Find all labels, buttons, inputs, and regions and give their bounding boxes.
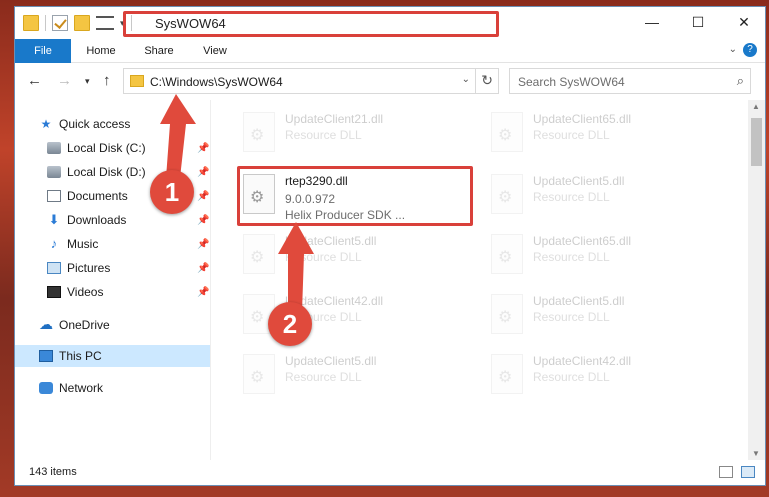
- status-bar: 143 items: [15, 461, 765, 485]
- maximize-icon: ☐: [691, 13, 705, 30]
- list-item[interactable]: UpdateClient5.dll Resource DLL: [237, 230, 477, 288]
- pin-icon[interactable]: 📌: [197, 215, 209, 226]
- address-divider: [475, 69, 476, 93]
- back-arrow-icon[interactable]: ←: [27, 72, 42, 89]
- dll-file-icon: [491, 112, 523, 152]
- cloud-icon: ☁: [39, 316, 53, 332]
- tab-share[interactable]: Share: [131, 39, 187, 63]
- view-options-icon[interactable]: [96, 16, 114, 30]
- step-badge-1: 1: [150, 170, 194, 214]
- list-item[interactable]: UpdateClient65.dll Resource DLL: [485, 230, 725, 288]
- sidebar-item-this-pc[interactable]: This PC: [15, 345, 210, 367]
- list-item[interactable]: UpdateClient5.dll Resource DLL: [485, 290, 725, 348]
- window-title: SysWOW64: [155, 16, 226, 31]
- pin-icon[interactable]: 📌: [197, 167, 209, 178]
- ribbon-expand-icon[interactable]: ⌄: [729, 44, 737, 55]
- tab-file[interactable]: File: [15, 39, 71, 63]
- quick-access-toolbar: ▾: [23, 15, 132, 31]
- sidebar-item-videos[interactable]: Videos: [47, 281, 207, 303]
- navigation-bar: ← → ▾ ↑ C:\Windows\SysWOW64 ⌄ ↻ Search S…: [15, 64, 765, 98]
- list-item[interactable]: UpdateClient65.dll Resource DLL: [485, 108, 725, 166]
- list-item[interactable]: UpdateClient5.dll Resource DLL: [485, 170, 725, 228]
- dll-file-icon: [491, 174, 523, 214]
- search-placeholder: Search SysWOW64: [518, 75, 625, 89]
- toolbar-divider: [130, 15, 132, 31]
- close-button[interactable]: ✕: [721, 7, 765, 37]
- new-folder-icon[interactable]: [74, 15, 90, 31]
- star-icon: ★: [40, 117, 52, 131]
- up-arrow-icon[interactable]: ↑: [103, 72, 111, 89]
- refresh-icon[interactable]: ↻: [481, 72, 493, 89]
- minimize-button[interactable]: —: [629, 7, 675, 37]
- download-icon: ⬇: [48, 212, 60, 227]
- sidebar-item-pictures[interactable]: Pictures: [47, 257, 207, 279]
- list-item[interactable]: UpdateClient21.dll Resource DLL: [237, 108, 477, 166]
- list-item-selected-file[interactable]: rtep3290.dll 9.0.0.972 Helix Producer SD…: [237, 170, 477, 228]
- sidebar-item-onedrive[interactable]: ☁ OneDrive: [39, 313, 110, 335]
- forward-arrow-icon[interactable]: →: [57, 72, 72, 89]
- chevron-down-icon[interactable]: ▾: [120, 18, 125, 29]
- chevron-down-icon[interactable]: ⌄: [462, 74, 470, 85]
- disk-icon: [47, 165, 61, 178]
- documents-icon: [47, 189, 61, 202]
- sidebar-item-network[interactable]: Network: [39, 377, 103, 399]
- dll-file-icon: [243, 112, 275, 152]
- dll-file-icon: [243, 234, 275, 274]
- tab-view[interactable]: View: [187, 39, 243, 63]
- pin-icon[interactable]: 📌: [197, 263, 209, 274]
- navigation-pane: ★ Quick access Local Disk (C:) 📌 Local Di…: [15, 100, 211, 460]
- title-bar: ▾ SysWOW64 — ☐ ✕: [15, 7, 765, 39]
- tab-home[interactable]: Home: [71, 39, 131, 63]
- scrollbar-thumb[interactable]: [751, 118, 762, 166]
- folder-icon[interactable]: [23, 15, 39, 31]
- maximize-button[interactable]: ☐: [675, 7, 721, 37]
- sidebar-item-music[interactable]: ♪ Music: [47, 233, 207, 255]
- item-count: 143 items: [29, 466, 77, 478]
- toolbar-divider: [45, 15, 46, 31]
- list-item[interactable]: UpdateClient5.dll Resource DLL: [237, 350, 477, 408]
- window-controls: — ☐ ✕: [629, 7, 765, 37]
- pin-icon[interactable]: 📌: [197, 239, 209, 250]
- pin-icon[interactable]: 📌: [197, 287, 209, 298]
- sidebar-item-downloads[interactable]: ⬇ Downloads: [47, 209, 207, 231]
- dll-file-icon: [243, 174, 275, 214]
- vertical-scrollbar[interactable]: ▲ ▼: [748, 100, 765, 460]
- properties-check-icon[interactable]: [52, 15, 68, 31]
- pin-icon[interactable]: 📌: [197, 143, 209, 154]
- dll-file-icon: [491, 354, 523, 394]
- folder-icon: [130, 75, 144, 87]
- pictures-icon: [47, 261, 61, 274]
- scroll-down-icon[interactable]: ▼: [752, 449, 760, 458]
- search-input[interactable]: Search SysWOW64 ⌕: [509, 68, 751, 94]
- dll-file-icon: [243, 354, 275, 394]
- videos-icon: [47, 285, 61, 298]
- sidebar-item-local-disk-c[interactable]: Local Disk (C:): [47, 137, 207, 159]
- ribbon-tabs: File Home Share View ⌄ ?: [15, 39, 765, 63]
- recent-locations-icon[interactable]: ▾: [85, 76, 90, 87]
- close-icon: ✕: [738, 13, 750, 30]
- step-badge-2: 2: [268, 302, 312, 346]
- address-bar[interactable]: C:\Windows\SysWOW64 ⌄ ↻: [123, 68, 499, 94]
- details-view-icon[interactable]: [719, 466, 733, 478]
- file-list: UpdateClient21.dll Resource DLL UpdateCl…: [215, 100, 747, 460]
- music-icon: ♪: [50, 236, 58, 251]
- dll-file-icon: [491, 294, 523, 334]
- pin-icon[interactable]: 📌: [197, 191, 209, 202]
- network-icon: [39, 381, 53, 394]
- minimize-icon: —: [645, 14, 659, 30]
- explorer-window: ▾ SysWOW64 — ☐ ✕ File Home Share View ⌄ …: [14, 6, 766, 486]
- address-path[interactable]: C:\Windows\SysWOW64: [150, 75, 283, 89]
- help-icon[interactable]: ?: [743, 43, 757, 57]
- large-icons-view-icon[interactable]: [741, 466, 755, 478]
- list-item[interactable]: UpdateClient42.dll Resource DLL: [485, 350, 725, 408]
- sidebar-item-quick-access[interactable]: ★ Quick access: [39, 113, 131, 135]
- scroll-up-icon[interactable]: ▲: [752, 102, 760, 111]
- disk-icon: [47, 141, 61, 154]
- computer-icon: [39, 349, 53, 362]
- search-icon[interactable]: ⌕: [737, 73, 744, 89]
- dll-file-icon: [491, 234, 523, 274]
